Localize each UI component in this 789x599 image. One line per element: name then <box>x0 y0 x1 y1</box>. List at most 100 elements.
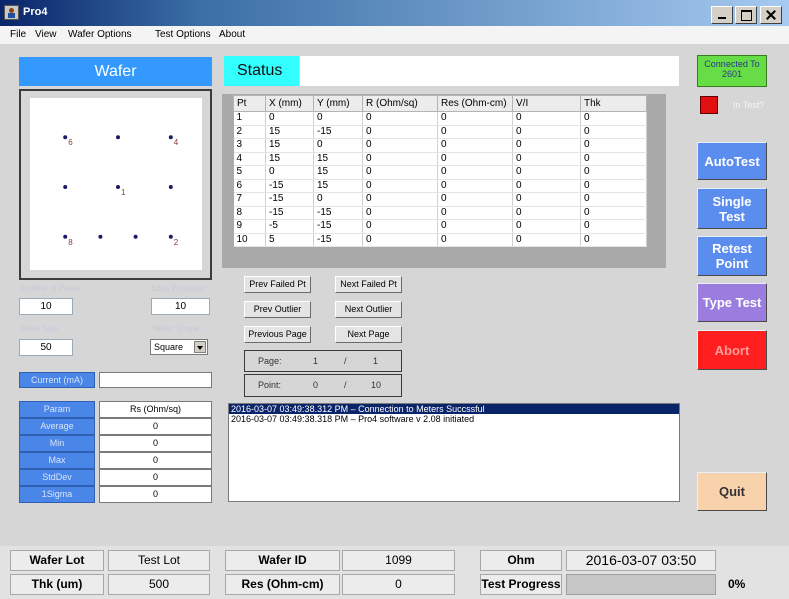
menu-wafer-options[interactable]: Wafer Options <box>68 29 132 40</box>
column-header-thk[interactable]: Thk <box>580 95 647 112</box>
wafer-point-dot[interactable] <box>116 185 120 189</box>
page-separator: / <box>344 356 347 366</box>
edge-exclusion-label: Edge Exclusion <box>151 284 207 293</box>
points-table-cell: 0 <box>512 192 581 207</box>
wafer-point-dot[interactable] <box>116 135 120 140</box>
points-table-row[interactable]: 3 15 0 0 0 0 0 <box>233 138 647 153</box>
points-table-row[interactable]: 2 15 -15 0 0 0 0 <box>233 125 647 139</box>
wafer-point-dot[interactable] <box>168 234 173 239</box>
retest-point-button[interactable]: Retest Point <box>697 236 767 276</box>
menu-test-options[interactable]: Test Options <box>155 29 211 40</box>
points-table-row[interactable]: 6 -15 15 0 0 0 0 <box>233 179 647 193</box>
wafer-point-label: 6 <box>68 138 73 147</box>
wafer-point-dot[interactable] <box>168 135 173 140</box>
points-table-cell: 0 <box>362 206 438 220</box>
page-counter: Page: 1 / 1 <box>244 350 402 372</box>
points-table-row[interactable]: 5 0 15 0 0 0 0 <box>233 165 647 180</box>
chevron-down-icon[interactable] <box>194 341 206 353</box>
wafer-point-dot[interactable] <box>63 234 68 239</box>
wafer-lot-value: Test Lot <box>108 550 210 571</box>
type-test-button[interactable]: Type Test <box>697 283 767 322</box>
single-test-button[interactable]: Single Test <box>697 188 767 229</box>
points-table-row[interactable]: 9 -5 -15 0 0 0 0 <box>233 219 647 234</box>
column-header-r[interactable]: R (Ohm/sq) <box>362 95 438 112</box>
points-table-cell: 15 <box>265 138 314 153</box>
wafer-point-dot[interactable] <box>133 234 138 239</box>
points-table-cell: 0 <box>362 192 438 207</box>
minimize-button[interactable] <box>711 6 733 24</box>
menu-about[interactable]: About <box>219 29 245 40</box>
points-table-cell: 0 <box>580 192 647 207</box>
points-table-cell: 5 <box>265 233 314 247</box>
next-outlier-button[interactable]: Next Outlier <box>335 301 402 318</box>
stats-row: Max 0 <box>19 452 212 469</box>
abort-button[interactable]: Abort <box>697 330 767 370</box>
close-button[interactable] <box>760 6 782 24</box>
wafer-point-dot[interactable] <box>98 234 103 239</box>
points-table-cell: 0 <box>512 125 581 139</box>
column-header-vi[interactable]: V/I <box>512 95 581 112</box>
points-table-container[interactable]: Pt X (mm) Y (mm) R (Ohm/sq) Res (Ohm-cm)… <box>222 94 666 268</box>
points-table-cell: 0 <box>580 152 647 166</box>
wafer-map[interactable]: 1 2 4 6 8 <box>30 98 202 270</box>
wafer-point-label: 8 <box>68 238 73 247</box>
wafer-point-label: 1 <box>121 188 126 197</box>
in-test-label: In Test? <box>733 100 765 110</box>
column-header-pt[interactable]: Pt <box>233 95 266 112</box>
number-of-points-label: Number of Points <box>19 284 81 293</box>
current-input[interactable] <box>99 372 212 388</box>
points-table-row[interactable]: 4 15 15 0 0 0 0 <box>233 152 647 166</box>
prev-failed-pt-button[interactable]: Prev Failed Pt <box>244 276 311 293</box>
app-icon[interactable] <box>4 5 19 20</box>
points-table-cell: 2 <box>233 125 266 139</box>
autotest-button[interactable]: AutoTest <box>697 142 767 180</box>
wafer-shape-select[interactable]: Square <box>150 339 208 355</box>
points-table-cell: 0 <box>437 125 513 139</box>
edge-exclusion-input[interactable]: 10 <box>151 298 210 315</box>
stats-param-label: Min <box>19 435 95 452</box>
connection-line-2: 2601 <box>721 69 743 79</box>
log-list[interactable]: 2016-03-07 03:49:38.312 PM – Connection … <box>228 403 680 502</box>
wafer-point-dot[interactable] <box>63 135 68 140</box>
wafer-point-dot[interactable] <box>63 185 68 189</box>
points-table-cell: 0 <box>362 111 438 126</box>
column-header-x[interactable]: X (mm) <box>265 95 314 112</box>
stats-param-value: 0 <box>99 469 212 486</box>
number-of-points-input[interactable]: 10 <box>19 298 73 315</box>
points-table-row[interactable]: 10 5 -15 0 0 0 0 <box>233 233 647 247</box>
thk-value: 500 <box>108 574 210 595</box>
wafer-size-input[interactable]: 50 <box>19 339 73 356</box>
log-line[interactable]: 2016-03-07 03:49:38.318 PM – Pro4 softwa… <box>229 414 679 424</box>
stats-table: Param Rs (Ohm/sq) Average 0 Min 0 Max 0 StdDev… <box>19 401 212 503</box>
points-table-row[interactable]: 1000000 <box>233 111 647 126</box>
points-table-cell: 5 <box>233 165 266 180</box>
maximize-button[interactable] <box>735 6 757 24</box>
menu-view[interactable]: View <box>35 29 57 40</box>
column-header-res[interactable]: Res (Ohm-cm) <box>437 95 513 112</box>
next-page-button[interactable]: Next Page <box>335 326 402 343</box>
connection-line-1: Connected To <box>704 59 760 69</box>
points-table-cell: 8 <box>233 206 266 220</box>
point-label: Point: <box>258 380 282 390</box>
prev-outlier-button[interactable]: Prev Outlier <box>244 301 311 318</box>
points-table-cell: -5 <box>265 219 314 234</box>
stats-param-value: 0 <box>99 435 212 452</box>
points-table-cell: 0 <box>313 111 363 126</box>
column-header-y[interactable]: Y (mm) <box>313 95 363 112</box>
points-table-header: Pt X (mm) Y (mm) R (Ohm/sq) Res (Ohm-cm)… <box>233 95 647 112</box>
stats-param-label: StdDev <box>19 469 95 486</box>
next-failed-pt-button[interactable]: Next Failed Pt <box>335 276 402 293</box>
points-table-row[interactable]: 7 -15 0 0 0 0 0 <box>233 192 647 207</box>
points-table-cell: 0 <box>580 206 647 220</box>
points-table-cell: 0 <box>580 138 647 153</box>
stats-header-row: Param Rs (Ohm/sq) <box>19 401 212 418</box>
menu-file[interactable]: File <box>10 29 26 40</box>
previous-page-button[interactable]: Previous Page <box>244 326 311 343</box>
in-test-indicator <box>700 96 718 114</box>
points-table-cell: 0 <box>580 165 647 180</box>
stats-row: 1Sigma 0 <box>19 486 212 503</box>
points-table-row[interactable]: 8 -15 -15 0 0 0 0 <box>233 206 647 220</box>
quit-button[interactable]: Quit <box>697 472 767 511</box>
wafer-point-dot[interactable] <box>168 185 173 189</box>
log-line[interactable]: 2016-03-07 03:49:38.312 PM – Connection … <box>229 404 679 414</box>
